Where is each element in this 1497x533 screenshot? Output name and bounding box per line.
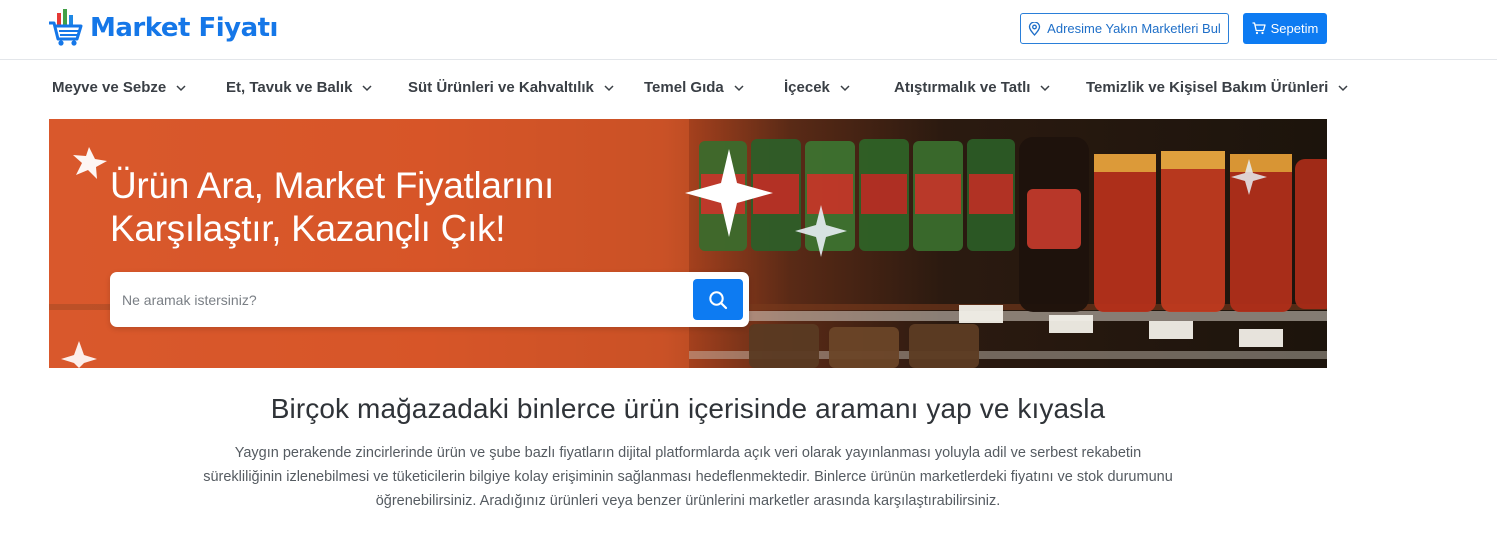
category-label: İçecek xyxy=(784,79,830,96)
cart-button[interactable]: Sepetim xyxy=(1243,13,1327,44)
cart-with-bars-icon xyxy=(49,9,83,46)
intro-description: Yaygın perakende zincirlerinde ürün ve ş… xyxy=(190,441,1186,513)
category-dairy-breakfast[interactable]: Süt Ürünleri ve Kahvaltılık xyxy=(408,79,615,96)
chevron-down-icon xyxy=(362,84,372,91)
category-basic-food[interactable]: Temel Gıda xyxy=(644,79,745,96)
chevron-down-icon xyxy=(840,84,850,91)
intro-line-3: öğrenebilirsiniz. Aradığınız ürünleri ve… xyxy=(375,493,1001,509)
intro-line-2: sürekliliğinin izlenebilmesi ve tüketici… xyxy=(203,469,1173,485)
category-label: Temizlik ve Kişisel Bakım Ürünleri xyxy=(1086,79,1329,96)
brand-logo[interactable]: Market Fiyatı xyxy=(48,8,278,48)
hero-title: Ürün Ara, Market Fiyatlarını Karşılaştır… xyxy=(110,164,670,250)
hero-banner: Ürün Ara, Market Fiyatlarını Karşılaştır… xyxy=(49,119,1327,368)
category-label: Et, Tavuk ve Balık xyxy=(226,79,353,96)
category-beverages[interactable]: İçecek xyxy=(784,79,851,96)
category-nav: Meyve ve Sebze Et, Tavuk ve Balık Süt Ür… xyxy=(0,61,1497,118)
category-cleaning-personal-care[interactable]: Temizlik ve Kişisel Bakım Ürünleri xyxy=(1086,79,1349,96)
shopping-cart-icon xyxy=(1252,22,1266,35)
category-label: Meyve ve Sebze xyxy=(52,79,167,96)
chevron-down-icon xyxy=(734,84,744,91)
category-snacks-desserts[interactable]: Atıştırmalık ve Tatlı xyxy=(894,79,1051,96)
find-nearby-stores-label: Adresime Yakın Marketleri Bul xyxy=(1047,21,1221,36)
find-nearby-stores-button[interactable]: Adresime Yakın Marketleri Bul xyxy=(1020,13,1229,44)
intro-line-1: Yaygın perakende zincirlerinde ürün ve ş… xyxy=(234,445,1142,461)
chevron-down-icon xyxy=(1040,84,1050,91)
search-icon xyxy=(709,290,728,309)
category-label: Süt Ürünleri ve Kahvaltılık xyxy=(408,79,594,96)
hero-title-line-2: Karşılaştır, Kazançlı Çık! xyxy=(110,208,506,249)
intro-headline: Birçok mağazadaki binlerce ürün içerisin… xyxy=(270,393,1106,424)
top-header: Market Fiyatı Adresime Yakın Marketleri … xyxy=(0,0,1497,60)
brand-name: Market Fiyatı xyxy=(90,13,278,43)
chevron-down-icon xyxy=(176,84,186,91)
search-button[interactable] xyxy=(693,279,743,320)
category-fruits-vegetables[interactable]: Meyve ve Sebze xyxy=(52,79,187,96)
search-bar xyxy=(110,272,749,327)
category-label: Atıştırmalık ve Tatlı xyxy=(894,79,1031,96)
chevron-down-icon xyxy=(604,84,614,91)
category-label: Temel Gıda xyxy=(644,79,724,96)
chevron-down-icon xyxy=(1338,84,1348,91)
category-meat-chicken-fish[interactable]: Et, Tavuk ve Balık xyxy=(226,79,373,96)
search-input[interactable] xyxy=(110,272,690,327)
map-pin-icon xyxy=(1029,21,1041,36)
cart-label: Sepetim xyxy=(1270,21,1319,36)
hero-title-line-1: Ürün Ara, Market Fiyatlarını xyxy=(110,165,554,206)
